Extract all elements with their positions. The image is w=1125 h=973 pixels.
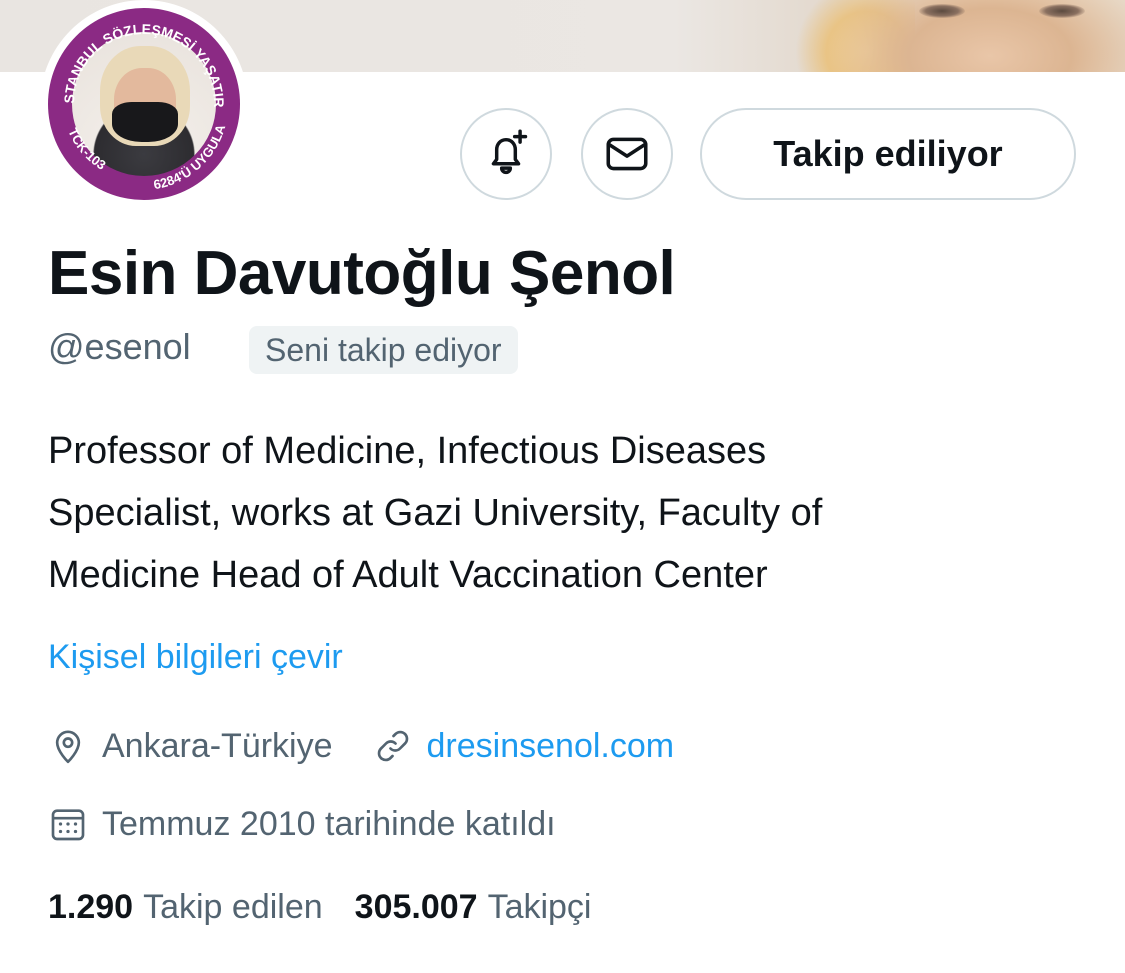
notifications-button[interactable] <box>460 108 552 200</box>
location-text: Ankara-Türkiye <box>102 726 333 765</box>
banner-photo-eye <box>1039 4 1085 18</box>
bio-line: Professor of Medicine, Infectious Diseas… <box>48 430 767 472</box>
svg-text:TCK-103: TCK-103 <box>65 126 108 173</box>
following-button[interactable]: Takip ediliyor <box>700 108 1076 200</box>
calendar-icon <box>51 809 85 841</box>
following-stat[interactable]: 1.290 Takip edilen <box>48 888 323 927</box>
badge-bottom-text: 6284'Ü UYGULA <box>152 122 228 192</box>
avatar[interactable]: İSTANBUL SÖZLEŞMESİ YAŞATIR TCK-103 6284… <box>48 8 240 200</box>
website-link[interactable]: dresinsenol.com <box>373 726 675 766</box>
following-count: 1.290 <box>48 888 134 926</box>
joined-text: Temmuz 2010 tarihinde katıldı <box>102 804 556 843</box>
profile-name: Esin Davutoğlu Şenol <box>48 239 676 308</box>
followers-label: Takipçi <box>487 888 592 926</box>
followers-count: 305.007 <box>354 888 478 926</box>
banner-photo-eye <box>919 4 965 18</box>
profile-meta-location: Ankara-Türkiye dresinsenol.com <box>48 726 674 766</box>
message-button[interactable] <box>581 108 673 200</box>
badge-top-text: İSTANBUL SÖZLEŞMESİ YAŞATIR <box>48 8 227 108</box>
svg-text:İSTANBUL SÖZLEŞMESİ YAŞATIR: İSTANBUL SÖZLEŞMESİ YAŞATIR <box>48 8 227 108</box>
profile-meta-joined: Temmuz 2010 tarihinde katıldı <box>48 804 556 844</box>
profile-handle: @esenol <box>48 326 191 367</box>
bell-plus-icon <box>491 129 528 175</box>
followers-stat[interactable]: 305.007 Takipçi <box>355 888 592 927</box>
link-icon <box>377 730 408 762</box>
envelope-icon <box>606 137 648 171</box>
website-text[interactable]: dresinsenol.com <box>427 727 675 766</box>
badge-left-text: TCK-103 <box>65 126 108 173</box>
following-label: Takip edilen <box>143 888 323 926</box>
profile-stats: 1.290 Takip edilen 305.007 Takipçi <box>48 888 592 927</box>
svg-text:6284'Ü UYGULA: 6284'Ü UYGULA <box>152 122 228 192</box>
bio-line: Specialist, works at Gazi University, Fa… <box>48 492 823 534</box>
profile-bio: Professor of Medicine, Infectious Diseas… <box>48 420 1088 606</box>
follows-you-badge: Seni takip ediyor <box>249 326 518 374</box>
bio-line: Medicine Head of Adult Vaccination Cente… <box>48 554 768 596</box>
location-pin-icon <box>55 730 81 764</box>
avatar-badge-text: İSTANBUL SÖZLEŞMESİ YAŞATIR TCK-103 6284… <box>48 8 228 192</box>
translate-bio-link[interactable]: Kişisel bilgileri çevir <box>48 638 343 677</box>
